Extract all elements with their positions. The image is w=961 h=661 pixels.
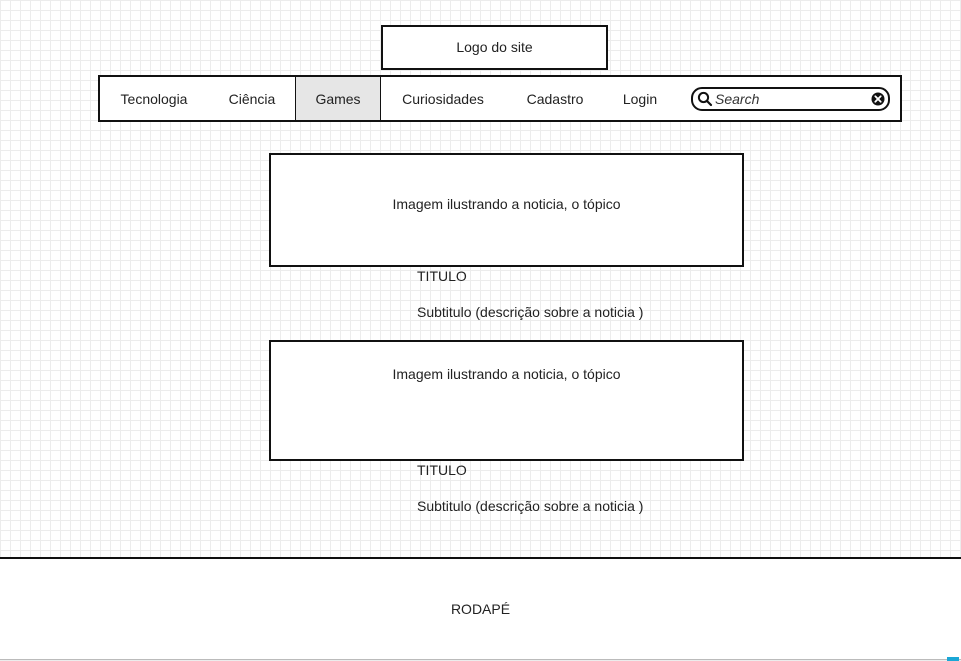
news-title[interactable]: TITULO [417, 462, 467, 478]
footer: RODAPÉ [0, 557, 961, 660]
news-subtitle: Subtitulo (descrição sobre a noticia ) [417, 498, 644, 514]
news-image[interactable]: Imagem ilustrando a noticia, o tópico [269, 340, 744, 461]
corner-marker [947, 657, 959, 661]
search-input[interactable] [715, 90, 865, 108]
nav-item-games[interactable]: Games [295, 77, 381, 120]
nav-item-cadastro[interactable]: Cadastro [515, 77, 595, 120]
nav-item-curiosidades[interactable]: Curiosidades [390, 77, 496, 120]
news-image-label: Imagem ilustrando a noticia, o tópico [392, 196, 621, 212]
nav-item-tecnologia[interactable]: Tecnologia [102, 77, 206, 120]
news-subtitle: Subtitulo (descrição sobre a noticia ) [417, 304, 644, 320]
footer-label: RODAPÉ [450, 601, 511, 617]
main-nav: Tecnologia Ciência Games Curiosidades Ca… [98, 75, 902, 122]
nav-item-login[interactable]: Login [612, 77, 668, 120]
site-logo[interactable]: Logo do site [381, 25, 608, 70]
search-icon[interactable] [697, 91, 713, 107]
news-image-label: Imagem ilustrando a noticia, o tópico [392, 366, 621, 382]
news-image[interactable]: Imagem ilustrando a noticia, o tópico [269, 153, 744, 267]
news-title[interactable]: TITULO [417, 268, 467, 284]
search-box[interactable] [691, 87, 890, 111]
logo-label: Logo do site [456, 39, 533, 55]
nav-item-ciencia[interactable]: Ciência [210, 77, 294, 120]
close-icon[interactable] [870, 91, 886, 107]
